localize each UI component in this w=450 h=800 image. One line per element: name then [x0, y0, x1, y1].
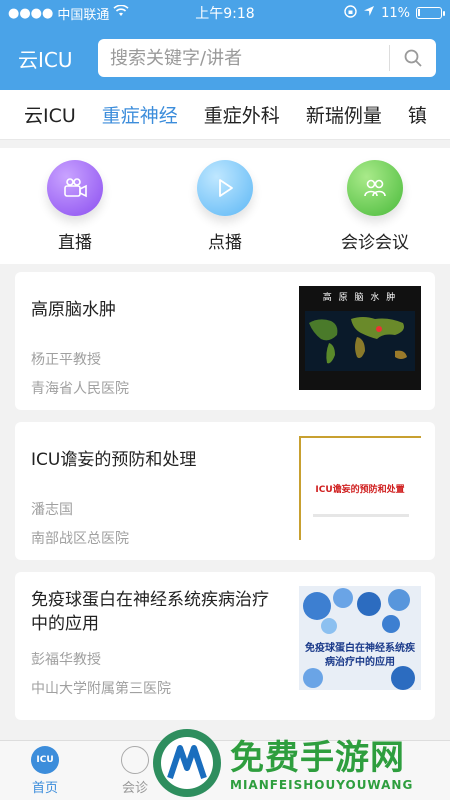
category-tabs: 云ICU 重症神经 重症外科 新瑞例量 镇: [0, 90, 450, 140]
consultation-label: 会诊会议: [341, 233, 409, 253]
lecture-title: 高原脑水肿: [31, 300, 116, 320]
carrier-label: 中国联通: [57, 7, 110, 23]
live-button[interactable]: 直播: [0, 148, 150, 264]
video-camera-icon: [47, 160, 103, 216]
search-input[interactable]: [110, 47, 381, 69]
lecture-card[interactable]: ICU谵妄的预防和处理 潘志国 南部战区总医院 ICU谵妄的预防和处置: [15, 422, 435, 560]
battery-icon: [416, 7, 445, 19]
quick-actions: 直播 点播 会诊会议: [0, 148, 450, 264]
nav-item[interactable]: [270, 741, 360, 800]
people-icon: [347, 160, 403, 216]
nav-item[interactable]: [360, 741, 450, 800]
search-divider: [389, 45, 390, 71]
nav-consultation[interactable]: 会诊: [90, 741, 180, 800]
nav-consultation-label: 会诊: [121, 780, 148, 796]
nav-item[interactable]: [180, 741, 270, 800]
lecture-hospital: 南部战区总医院: [31, 531, 129, 547]
lecture-card[interactable]: 高原脑水肿 杨正平教授 青海省人民医院 高 原 脑 水 肿: [15, 272, 435, 410]
molecules-image: [303, 588, 415, 690]
battery-percent: 11%: [381, 5, 410, 21]
lecture-title: 免疫球蛋白在神经系统疾病治疗中的应用: [31, 590, 269, 634]
icu-home-icon: ICU: [31, 745, 59, 774]
wifi-icon: [113, 4, 129, 21]
lecture-thumbnail: 免疫球蛋白在神经系统疾病治疗中的应用: [299, 586, 421, 690]
search-icon: [404, 49, 422, 67]
vod-button[interactable]: 点播: [150, 148, 300, 264]
header: 云ICU: [0, 26, 450, 90]
search-button[interactable]: [398, 43, 428, 73]
nav-home[interactable]: ICU 首页: [0, 741, 90, 800]
lecture-thumbnail: ICU谵妄的预防和处置: [299, 436, 421, 540]
status-time: 上午9:18: [195, 6, 255, 22]
vod-label: 点播: [208, 233, 242, 253]
tab-yun-icu[interactable]: 云ICU: [24, 101, 76, 128]
thumbnail-title: 高 原 脑 水 肿: [322, 293, 398, 303]
world-map-image: [305, 311, 415, 371]
consultation-button[interactable]: 会诊会议: [300, 148, 450, 264]
thumbnail-line: [313, 514, 409, 517]
tab-surgical-critical[interactable]: 重症外科: [204, 101, 280, 128]
rotation-lock-icon: [344, 4, 357, 22]
lecture-title: ICU谵妄的预防和处理: [31, 450, 197, 470]
tab-sedation[interactable]: 镇: [408, 101, 427, 128]
app-title: 云ICU: [18, 47, 73, 72]
thumbnail-title: ICU谵妄的预防和处置: [315, 485, 405, 495]
lecture-card[interactable]: 免疫球蛋白在神经系统疾病治疗中的应用 彭福华教授 中山大学附属第三医院 免疫球蛋…: [15, 572, 435, 720]
live-label: 直播: [58, 233, 92, 253]
tab-neuro-critical[interactable]: 重症神经: [102, 101, 178, 128]
search-box[interactable]: [98, 39, 436, 77]
lecture-hospital: 青海省人民医院: [31, 381, 129, 397]
lecture-hospital: 中山大学附属第三医院: [31, 681, 171, 697]
signal-icon: ●●●●: [8, 5, 54, 21]
location-icon: [363, 5, 375, 21]
bottom-nav: ICU 首页 会诊: [0, 740, 450, 800]
lecture-speaker: 彭福华教授: [31, 652, 101, 668]
lecture-speaker: 潘志国: [31, 502, 73, 518]
lecture-thumbnail: 高 原 脑 水 肿: [299, 286, 421, 390]
lecture-speaker: 杨正平教授: [31, 352, 101, 368]
tab-cases[interactable]: 新瑞例量: [306, 101, 382, 128]
consultation-icon: [121, 745, 149, 774]
status-bar: ●●●● 中国联通 上午9:18 11%: [0, 0, 450, 26]
play-icon: [197, 160, 253, 216]
thumbnail-title: 免疫球蛋白在神经系统疾病治疗中的应用: [305, 643, 415, 668]
nav-home-label: 首页: [31, 780, 58, 796]
